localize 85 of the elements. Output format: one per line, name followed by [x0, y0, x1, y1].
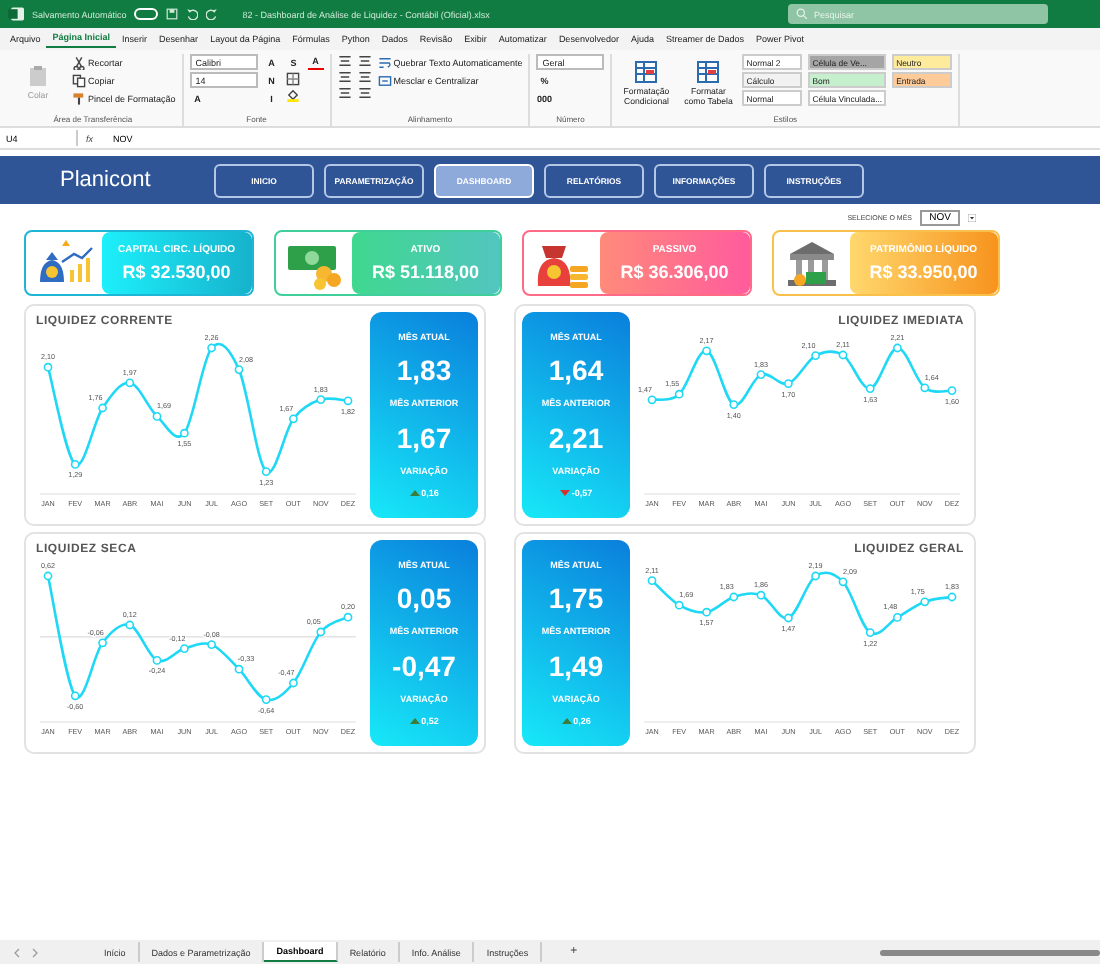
data-point	[729, 400, 739, 409]
data-point	[838, 350, 848, 360]
data-point	[316, 395, 326, 404]
data-point	[920, 383, 930, 393]
stat-value: 1,75	[548, 582, 604, 615]
merge-icon	[377, 73, 392, 87]
logo: Planicont	[58, 168, 153, 192]
align-icon[interactable]	[357, 54, 372, 68]
stat-value: 1,83	[396, 354, 452, 387]
data-point	[207, 640, 216, 649]
data-point	[289, 678, 298, 688]
stat-value: -0,47	[392, 649, 456, 682]
data-point	[647, 395, 657, 405]
data-point	[729, 592, 739, 602]
align-icon[interactable]	[337, 86, 352, 100]
data-point	[316, 627, 326, 637]
align-icon[interactable]	[337, 70, 352, 84]
data-point	[756, 370, 766, 379]
data-point	[207, 343, 216, 353]
data-point	[784, 613, 793, 623]
copy-icon	[72, 73, 86, 87]
data-point	[234, 365, 244, 374]
horizontal-scrollbar[interactable]	[880, 949, 1100, 955]
paint-bucket-icon[interactable]	[285, 88, 300, 102]
data-point	[261, 467, 271, 476]
excel-icon[interactable]	[8, 6, 24, 22]
data-point	[152, 412, 162, 421]
data-point	[920, 597, 930, 607]
data-point	[947, 592, 957, 602]
data-point	[865, 628, 875, 637]
paintbrush-icon	[72, 91, 86, 105]
data-point	[43, 571, 53, 581]
data-point	[893, 343, 902, 353]
border-icon[interactable]	[285, 72, 300, 86]
align-icon[interactable]	[357, 70, 372, 84]
table-icon	[696, 59, 721, 83]
stat-value: 1,64	[548, 354, 604, 387]
data-point	[261, 695, 271, 704]
data-point	[811, 571, 820, 581]
kpi-value: R$ 36.306,00	[620, 262, 729, 282]
data-point	[647, 576, 657, 585]
search-icon	[796, 8, 808, 20]
stat-value: 1,49	[548, 649, 604, 682]
data-point	[234, 664, 244, 674]
data-point	[702, 346, 711, 356]
data-point	[674, 600, 684, 610]
redo-icon[interactable]	[206, 8, 219, 20]
data-point	[702, 607, 711, 617]
data-point	[893, 613, 902, 622]
data-point	[43, 362, 53, 372]
stat-value: 0,05	[396, 582, 452, 615]
data-point	[70, 460, 80, 469]
kpi-value: R$ 33.950,00	[869, 262, 978, 282]
data-point	[125, 620, 135, 630]
kpi-value: R$ 32.530,00	[122, 262, 231, 282]
data-point	[125, 378, 135, 388]
data-point	[674, 389, 684, 399]
data-point	[180, 428, 189, 438]
data-point	[152, 656, 162, 665]
data-point	[70, 691, 80, 701]
stat-value: 1,67	[396, 421, 452, 454]
stat-value: 2,21	[548, 421, 604, 454]
data-point	[343, 396, 353, 406]
data-point	[865, 384, 875, 393]
autosave-toggle[interactable]	[134, 8, 159, 20]
wrap-text-icon	[377, 55, 392, 69]
data-point	[947, 386, 957, 395]
kpi-value: R$ 51.118,00	[371, 262, 480, 282]
data-point	[98, 403, 107, 413]
align-icon[interactable]	[357, 86, 372, 100]
align-icon[interactable]	[337, 54, 352, 68]
data-point	[838, 577, 848, 587]
data-point	[98, 638, 107, 648]
undo-icon[interactable]	[186, 8, 199, 20]
clipboard-icon	[26, 64, 50, 88]
data-point	[811, 351, 820, 360]
dropdown-icon[interactable]	[968, 214, 976, 222]
save-icon[interactable]	[166, 8, 179, 20]
data-point	[180, 644, 189, 653]
data-point	[343, 612, 353, 622]
data-point	[289, 414, 298, 424]
scissors-icon	[72, 55, 86, 69]
data-point	[784, 379, 793, 388]
table-icon	[634, 59, 659, 83]
data-point	[756, 590, 766, 600]
